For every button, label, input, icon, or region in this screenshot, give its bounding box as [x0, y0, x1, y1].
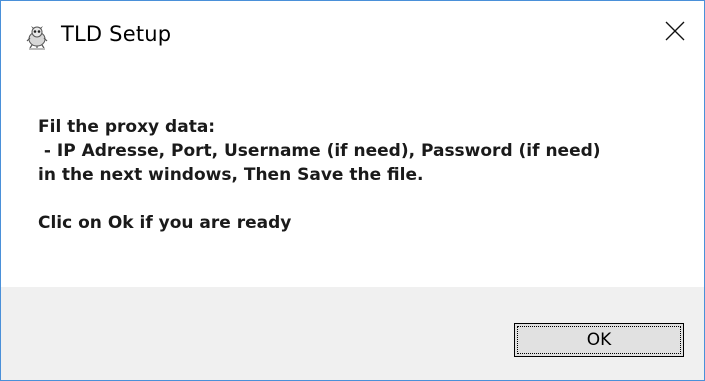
raccoon-mascot-icon	[23, 23, 51, 51]
message-spacer	[38, 187, 601, 211]
title-bar[interactable]: TLD Setup	[1, 1, 704, 75]
message-line-2: - IP Adresse, Port, Username (if need), …	[38, 141, 601, 161]
close-button[interactable]	[646, 1, 704, 65]
instruction-message: Fil the proxy data: - IP Adresse, Port, …	[38, 115, 601, 235]
message-line-4: Clic on Ok if you are ready	[38, 213, 292, 233]
message-line-3: in the next windows, Then Save the file.	[38, 165, 424, 185]
button-bar: OK	[1, 287, 704, 380]
message-line-1: Fil the proxy data:	[38, 117, 216, 137]
window-title: TLD Setup	[61, 22, 172, 46]
dialog-content: Fil the proxy data: - IP Adresse, Port, …	[1, 75, 704, 287]
setup-dialog: TLD Setup Fil the proxy data: - IP Adres…	[0, 0, 705, 381]
close-icon	[665, 21, 685, 45]
ok-button-label: OK	[517, 326, 681, 354]
ok-button[interactable]: OK	[514, 323, 684, 357]
